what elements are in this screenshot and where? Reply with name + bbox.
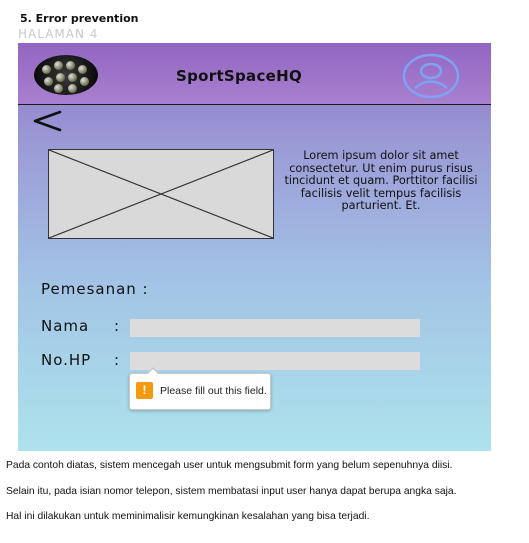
page-label: HALAMAN 4: [18, 27, 99, 41]
user-profile-icon[interactable]: [402, 53, 460, 99]
phone-input[interactable]: [130, 352, 420, 370]
app-title: SportSpaceHQ: [176, 67, 303, 85]
sports-balls-logo-icon: [34, 55, 98, 95]
app-header: SportSpaceHQ: [18, 43, 491, 105]
validation-message: Please fill out this field.: [160, 385, 267, 397]
validation-tooltip: ! Please fill out this field.: [129, 367, 271, 410]
description-text: Lorem ipsum dolor sit amet consectetur. …: [284, 149, 478, 213]
image-placeholder: [48, 149, 274, 239]
back-arrow-icon[interactable]: [30, 109, 70, 133]
section-heading: 5. Error prevention: [20, 12, 139, 25]
paragraph-1: Pada contoh diatas, sistem mencegah user…: [6, 460, 453, 471]
phone-label: No.HP: [41, 351, 92, 369]
phone-colon: :: [114, 351, 120, 369]
warning-icon: !: [136, 382, 153, 399]
name-colon: :: [114, 317, 120, 335]
paragraph-2: Selain itu, pada isian nomor telepon, si…: [6, 486, 457, 497]
app-mockup: SportSpaceHQ Lorem ipsum dolor sit amet …: [18, 43, 491, 451]
paragraph-3: Hal ini dilakukan untuk meminimalisir ke…: [6, 511, 370, 522]
name-input[interactable]: [130, 319, 420, 337]
booking-section-label: Pemesanan :: [41, 280, 149, 298]
name-label: Nama: [41, 317, 90, 335]
